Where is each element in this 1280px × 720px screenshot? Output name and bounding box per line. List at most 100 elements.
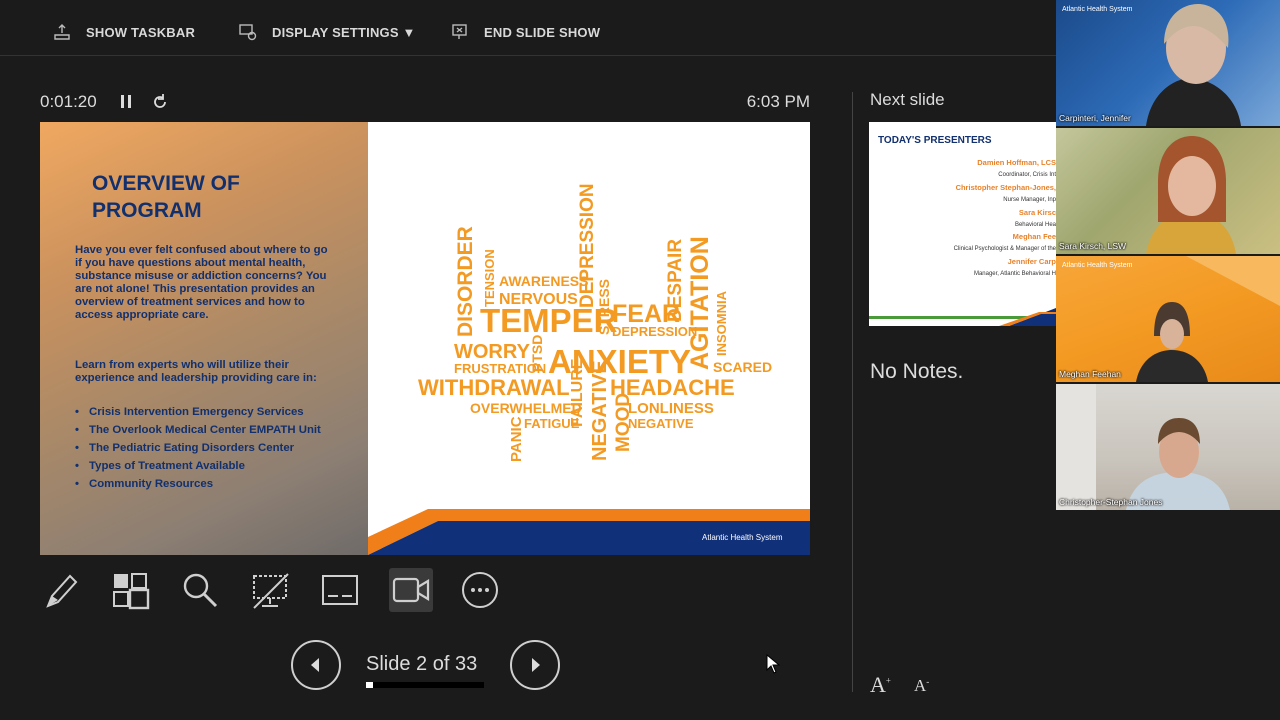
bullet-text: The Overlook Medical Center EMPATH Unit [89,424,321,436]
svg-text:AWARENESS: AWARENESS [499,273,588,289]
svg-text:NEGATIVE: NEGATIVE [628,416,694,431]
participant-video [1056,384,1230,510]
presenter-role: Manager, Atlantic Behavioral H [973,271,1056,277]
svg-text:FRUSTRATION: FRUSTRATION [454,361,546,376]
participant-name: Sara Kirsch, LSW [1059,241,1127,251]
slide-paragraph: Have you ever felt confused about where … [75,244,328,321]
presenter-name: Sara Kirsc [1018,208,1056,217]
participant-video [1146,4,1241,126]
presenter-role: Coordinator, Crisis Int [998,172,1056,178]
slide-progress-bar [366,682,484,688]
display-settings-button[interactable]: DISPLAY SETTINGS ▼ [238,18,416,46]
pause-icon[interactable] [118,93,134,111]
video-tile[interactable]: Atlantic Health System Carpinteri, Jenni… [1056,0,1280,126]
presenter-role: Behavioral Hea [1014,222,1056,228]
presenter-role: Clinical Psychologist & Manager of the [953,246,1056,252]
svg-text:FATIGUE: FATIGUE [524,416,580,431]
previous-icon [311,658,319,672]
list-item: • The Overlook Medical Center EMPATH Unit [75,424,360,442]
slide-progress-fill [366,682,374,688]
participant-video [1146,136,1236,254]
top-toolbar: SHOW TASKBAR DISPLAY SETTINGS ▼ END SLID… [0,0,1056,56]
svg-text:WORRY: WORRY [454,341,531,363]
pen-tool-button[interactable] [40,568,84,612]
tile-brand: Atlantic Health System [1062,6,1133,13]
svg-text:DESPAIR: DESPAIR [665,239,686,322]
decrease-font-icon: A- [914,676,930,695]
svg-text:PANIC: PANIC [508,416,525,462]
speaker-notes: No Notes. [870,360,964,383]
list-item: • Crisis Intervention Emergency Services [75,406,360,424]
svg-text:DISORDER: DISORDER [454,226,477,337]
pen-icon [46,574,78,608]
increase-font-button[interactable]: A+ [870,672,891,698]
zoom-button[interactable] [178,568,222,612]
participant-video [1136,256,1280,382]
participant-name: Carpinteri, Jennifer [1059,113,1131,123]
presenter-name: Meghan Fee [1012,232,1056,241]
video-tile[interactable]: Atlantic Health System Meghan Feehan [1056,256,1280,382]
video-tile[interactable]: Christopher-Stephan Jones [1056,384,1280,510]
list-item: • Community Resources [75,478,360,496]
svg-text:DEPRESSION: DEPRESSION [612,324,697,339]
zoom-icon [183,573,218,608]
end-slide-show-button[interactable]: END SLIDE SHOW [450,18,600,46]
show-taskbar-label: SHOW TASKBAR [86,24,196,40]
more-icon [462,572,498,608]
footer-brand: Atlantic Health System [702,533,783,542]
slide-title: OVERVIEW OF PROGRAM [92,172,240,222]
bullet-text: Crisis Intervention Emergency Services [89,406,304,418]
svg-text:LONLINESS: LONLINESS [628,400,714,417]
upload-taskbar-icon [54,24,70,40]
slide-footer-band [368,509,810,555]
presenter-name: Christopher Stephan-Jones, [955,183,1056,192]
svg-text:TENSION: TENSION [482,249,497,307]
next-icon [532,658,540,672]
svg-text:SCARED: SCARED [713,359,772,375]
end-show-icon [452,24,467,39]
next-slide-title: TODAY'S PRESENTERS [878,135,992,146]
next-slide-thumbnail[interactable]: TODAY'S PRESENTERS Damien Hoffman, LCS C… [869,122,1056,326]
slide-bullet-list: • Crisis Intervention Emergency Services … [75,406,360,496]
slide-counter: Slide 2 of 33 [366,653,478,675]
subtitles-icon [322,575,358,605]
increase-font-icon: A+ [870,672,891,697]
next-slide-button[interactable] [510,640,560,690]
show-taskbar-button[interactable]: SHOW TASKBAR [52,18,195,46]
bullet-text: Community Resources [89,478,214,490]
camera-toggle-button[interactable] [389,568,433,612]
clock: 6:03 PM [746,92,810,111]
panel-divider [852,92,853,692]
more-options-button[interactable] [458,568,502,612]
end-slide-show-label: END SLIDE SHOW [484,24,601,40]
current-slide: OVERVIEW OF PROGRAM Have you ever felt c… [40,122,810,555]
svg-text:STRESS: STRESS [596,279,612,335]
next-slide-heading: Next slide [870,90,945,109]
bullet-text: Types of Treatment Available [89,460,245,472]
elapsed-timer: 0:01:20 [40,92,97,111]
black-screen-icon [253,573,289,609]
svg-text:DEPRESSION: DEPRESSION [577,183,598,308]
slides-grid-icon [113,573,150,610]
presenter-role: Nurse Manager, Inp [1003,197,1056,203]
subtitles-button[interactable] [318,568,362,612]
previous-slide-button[interactable] [291,640,341,690]
slide-left-panel: OVERVIEW OF PROGRAM Have you ever felt c… [40,122,368,555]
decrease-font-button[interactable]: A- [914,676,929,696]
video-tile[interactable]: Sara Kirsch, LSW [1056,128,1280,254]
participant-name: Christopher-Stephan Jones [1059,497,1163,507]
list-item: • The Pediatric Eating Disorders Center [75,442,360,460]
see-all-slides-button[interactable] [108,568,152,612]
display-settings-icon [239,24,257,41]
svg-text:INSOMNIA: INSOMNIA [714,290,729,356]
svg-text:OVERWHELMED: OVERWHELMED [470,400,582,416]
svg-text:NEGATIVE: NEGATIVE [589,360,611,461]
camera-icon [392,577,430,603]
display-settings-label: DISPLAY SETTINGS ▼ [272,24,416,40]
black-screen-button[interactable] [248,568,292,612]
list-item: • Types of Treatment Available [75,460,360,478]
presenter-name: Jennifer Carp [1007,257,1056,266]
reload-icon[interactable] [150,92,170,112]
word-cloud-image: DISORDER TENSION AWARENESS NERVOUS DEPRE… [418,183,772,462]
bullet-text: The Pediatric Eating Disorders Center [89,442,295,454]
